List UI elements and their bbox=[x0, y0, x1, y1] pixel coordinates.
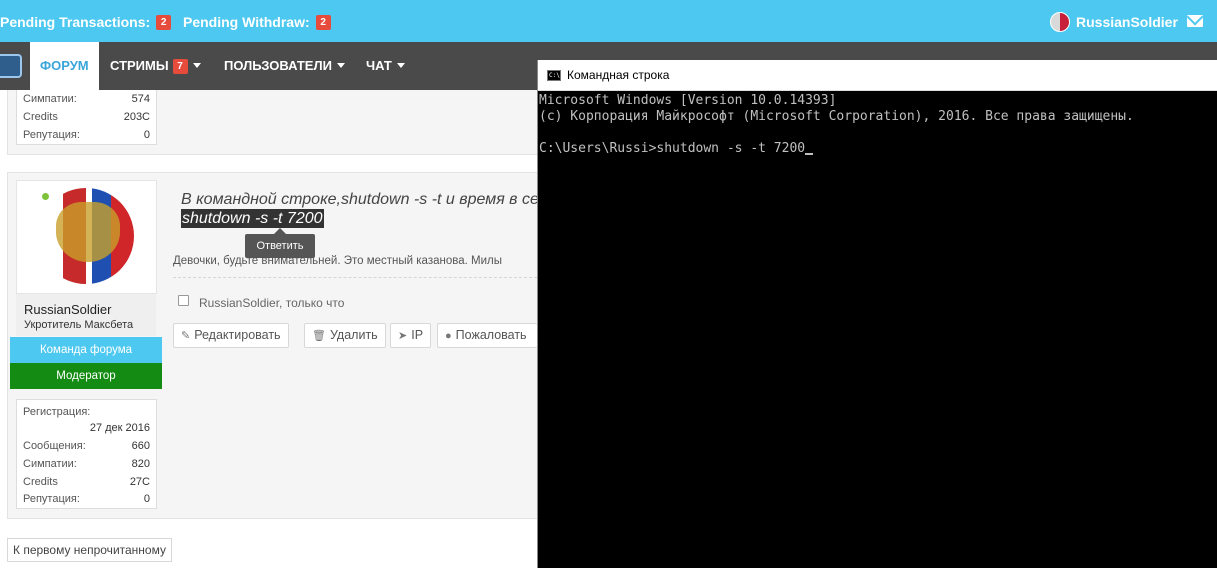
post-message: В командной строке,shutdown -s -t и врем… bbox=[181, 191, 555, 208]
stat-row: Credits 203C bbox=[23, 108, 150, 126]
author-name[interactable]: RussianSoldier bbox=[24, 302, 111, 318]
pending-withdraw-badge: 2 bbox=[315, 15, 331, 30]
pending-transactions[interactable]: Pending Transactions: 2 bbox=[0, 13, 172, 31]
pending-transactions-label: Pending Transactions: bbox=[0, 14, 151, 30]
stat-value: 203C bbox=[123, 111, 150, 123]
divider bbox=[173, 277, 537, 278]
stat-value: 27C bbox=[129, 476, 150, 488]
stat-value: 0 bbox=[143, 493, 150, 505]
author-title: Укротитель Максбета bbox=[24, 319, 134, 331]
info-icon: ● bbox=[445, 330, 452, 342]
stat-label: Регистрация: bbox=[23, 406, 91, 418]
tab-forum[interactable]: ФОРУМ bbox=[30, 42, 99, 90]
author-avatar[interactable] bbox=[38, 188, 134, 284]
chevron-down-icon bbox=[336, 63, 345, 68]
stat-row: Сообщения: 660 bbox=[23, 437, 150, 455]
tab-chat[interactable]: ЧАТ bbox=[366, 42, 405, 90]
stat-row: Репутация: 0 bbox=[23, 126, 150, 144]
ip-button[interactable]: ➤ IP bbox=[390, 323, 432, 348]
window-title: Командная строка bbox=[567, 68, 670, 82]
cmd-icon: C:\ bbox=[547, 70, 561, 81]
tab-streams-label: СТРИМЫ bbox=[110, 58, 169, 73]
role-moderator-badge: Модератор bbox=[10, 363, 162, 389]
delete-label: Удалить bbox=[329, 328, 378, 342]
stat-value: 820 bbox=[131, 458, 150, 470]
pending-transactions-badge: 2 bbox=[156, 15, 172, 30]
console-line: Microsoft Windows [Version 10.0.14393] bbox=[539, 93, 837, 108]
chevron-down-icon bbox=[192, 63, 201, 68]
stat-value: 660 bbox=[131, 440, 150, 452]
console-input-line[interactable]: C:\Users\Russi>shutdown -s -t 7200 bbox=[539, 141, 814, 157]
previous-post-stats: Симпатии: 574 Credits 203C Репутация: 0 bbox=[16, 90, 157, 145]
ip-label: IP bbox=[411, 328, 424, 342]
streams-badge: 7 bbox=[172, 59, 188, 74]
author-stats: Регистрация: 27 дек 2016 Сообщения: 660 С… bbox=[16, 399, 157, 509]
stat-value: 0 bbox=[143, 129, 150, 141]
edit-label: Редактировать bbox=[194, 328, 281, 342]
stat-value: 27 дек 2016 bbox=[89, 422, 150, 434]
pending-withdraw-label: Pending Withdraw: bbox=[183, 14, 310, 30]
eagle-emblem-icon bbox=[56, 202, 120, 262]
window-titlebar[interactable]: C:\ Командная строка bbox=[538, 60, 1217, 91]
role-team-badge: Команда форума bbox=[10, 337, 162, 363]
user-menu[interactable]: RussianSoldier bbox=[1076, 13, 1178, 31]
command-prompt-window[interactable]: C:\ Командная строка Microsoft Windows [… bbox=[537, 60, 1217, 568]
stat-label: Credits bbox=[23, 476, 58, 488]
location-arrow-icon: ➤ bbox=[398, 330, 408, 342]
post-message-selected: shutdown -s -t 7200 bbox=[181, 209, 324, 228]
tab-chat-label: ЧАТ bbox=[366, 58, 392, 73]
chevron-down-icon bbox=[396, 63, 405, 68]
online-status-icon bbox=[40, 191, 51, 202]
stat-row: 27 дек 2016 bbox=[23, 419, 150, 437]
delete-button[interactable]: 🗑 Удалить bbox=[304, 323, 386, 348]
post-meta: RussianSoldier, только что bbox=[199, 296, 345, 310]
site-logo-icon[interactable] bbox=[0, 54, 22, 78]
stat-label: Репутация: bbox=[23, 129, 80, 141]
stat-value: 574 bbox=[131, 93, 150, 105]
pencil-icon: ✎ bbox=[181, 330, 191, 342]
stat-label: Credits bbox=[23, 111, 58, 123]
report-button[interactable]: ● Пожаловать bbox=[437, 323, 537, 348]
tab-streams[interactable]: СТРИМЫ 7 bbox=[110, 42, 201, 90]
text-cursor bbox=[805, 153, 814, 155]
report-label: Пожаловать bbox=[455, 328, 527, 342]
edit-button[interactable]: ✎ Редактировать bbox=[173, 323, 289, 348]
tab-users[interactable]: ПОЛЬЗОВАТЕЛИ bbox=[224, 42, 345, 90]
tab-users-label: ПОЛЬЗОВАТЕЛИ bbox=[224, 58, 332, 73]
console-line: (c) Корпорация Майкрософт (Microsoft Cor… bbox=[539, 109, 1134, 124]
user-avatar-small[interactable] bbox=[1050, 12, 1070, 32]
trash-icon: 🗑 bbox=[312, 330, 326, 342]
signature: Девочки, будьте внимательней. Это местны… bbox=[173, 255, 502, 267]
pending-withdraw[interactable]: Pending Withdraw: 2 bbox=[183, 13, 331, 31]
stat-row: Симпатии: 574 bbox=[23, 90, 150, 108]
select-post-checkbox[interactable] bbox=[178, 295, 189, 306]
stat-label: Сообщения: bbox=[23, 440, 86, 452]
stat-label: Симпатии: bbox=[23, 93, 77, 105]
stat-label: Симпатии: bbox=[23, 458, 77, 470]
stat-row: Симпатии: 820 bbox=[23, 455, 150, 473]
top-bar: Pending Transactions: 2 Pending Withdraw:… bbox=[0, 0, 1217, 42]
console-command: C:\Users\Russi>shutdown -s -t 7200 bbox=[539, 141, 806, 156]
stat-row: Credits 27C bbox=[23, 473, 150, 491]
first-unread-button[interactable]: К первому непрочитанному bbox=[7, 538, 172, 562]
stat-label: Репутация: bbox=[23, 493, 80, 505]
stat-row: Репутация: 0 bbox=[23, 490, 150, 508]
envelope-icon[interactable] bbox=[1187, 15, 1203, 27]
